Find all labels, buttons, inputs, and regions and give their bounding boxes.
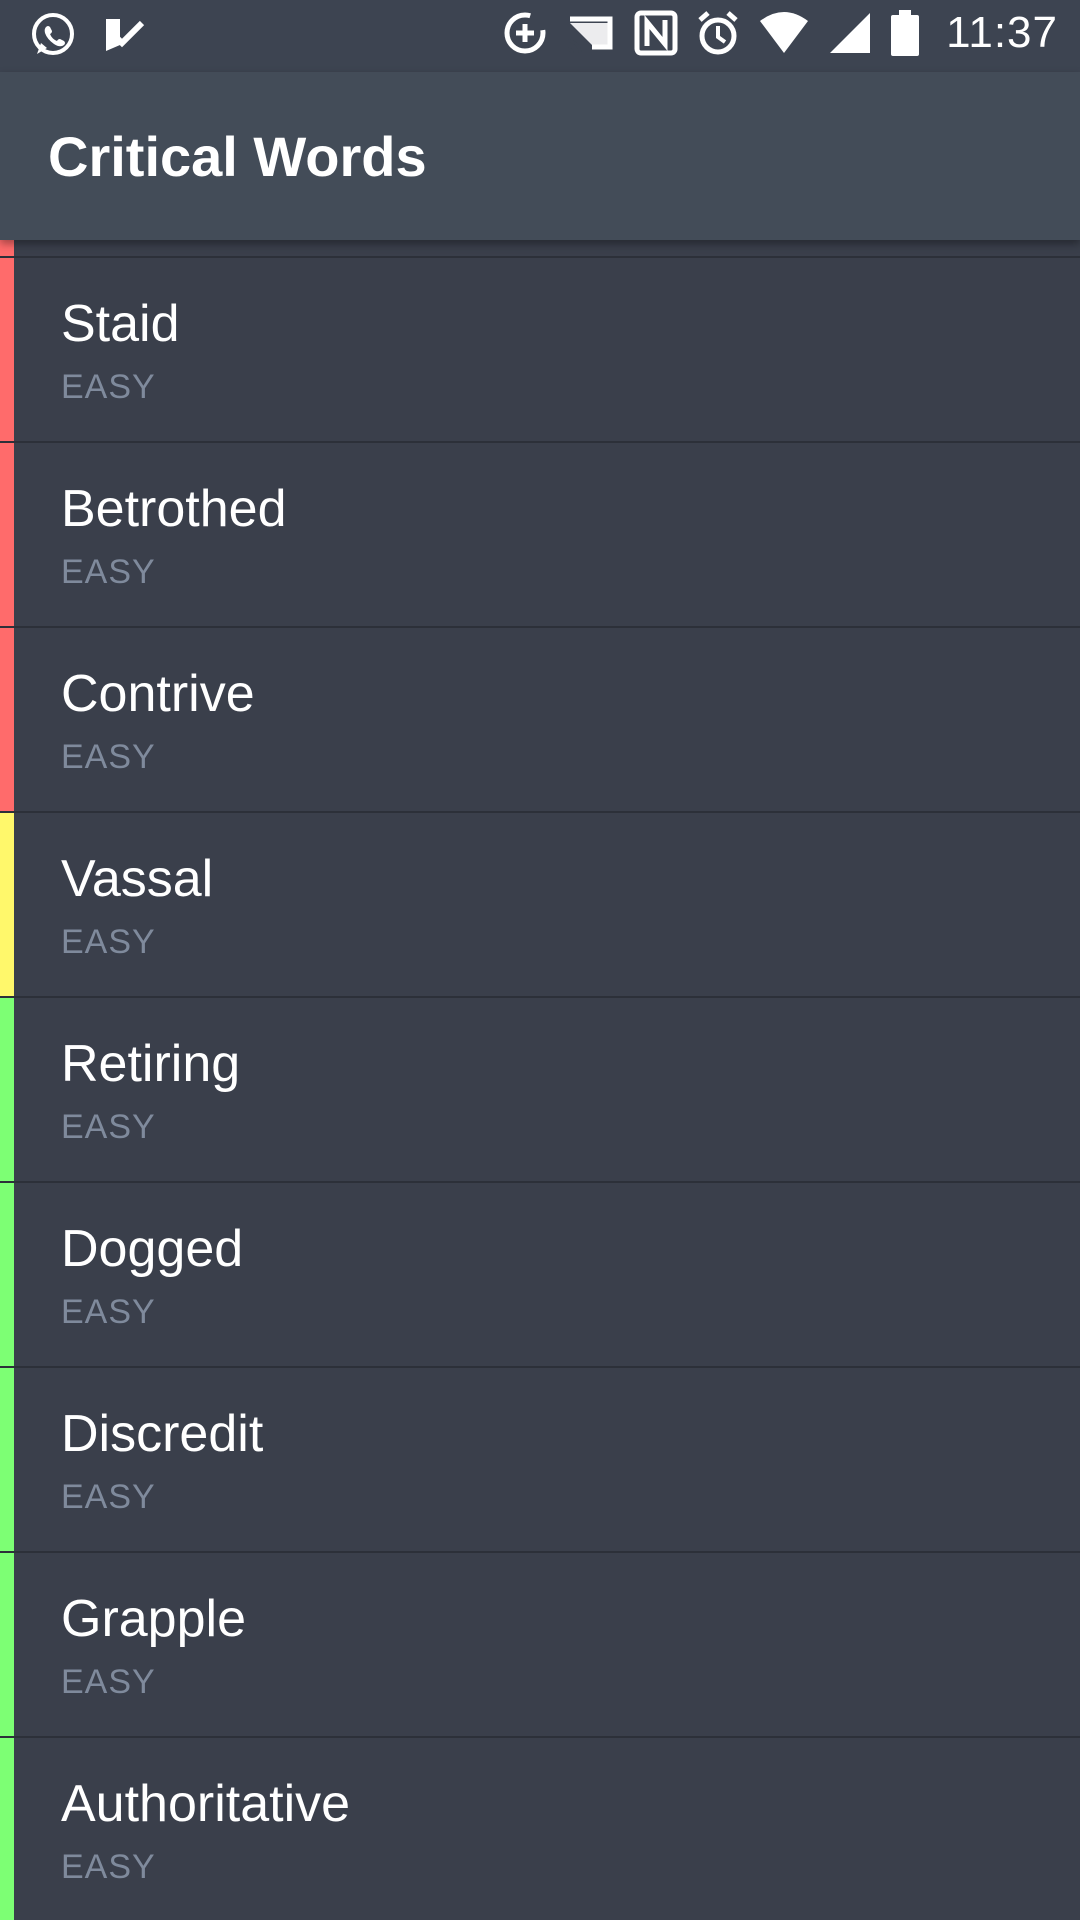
list-item[interactable]: Vassal EASY <box>0 813 1080 998</box>
difficulty-label: EASY <box>61 368 156 406</box>
word-label: Discredit <box>61 1405 264 1463</box>
list-item-partial[interactable] <box>0 240 1080 258</box>
list-item[interactable]: Dogged EASY <box>0 1183 1080 1368</box>
status-indicator <box>0 813 14 996</box>
app-bar: Critical Words <box>0 72 1080 240</box>
status-indicator <box>0 443 14 626</box>
list-item[interactable]: Betrothed EASY <box>0 443 1080 628</box>
status-indicator-partial <box>0 240 14 256</box>
list-item[interactable]: Grapple EASY <box>0 1553 1080 1738</box>
data-saver-icon <box>502 10 548 56</box>
word-label: Grapple <box>61 1590 246 1648</box>
difficulty-label: EASY <box>61 1848 156 1886</box>
difficulty-label: EASY <box>61 553 156 591</box>
word-label: Vassal <box>61 850 214 908</box>
word-list-rows: Staid EASY Betrothed EASY Contrive EASY … <box>0 258 1080 1920</box>
status-bar-right: 11:37 <box>502 8 1058 58</box>
difficulty-label: EASY <box>61 1663 156 1701</box>
word-label: Authoritative <box>61 1775 351 1833</box>
word-label: Betrothed <box>61 480 287 538</box>
page-title: Critical Words <box>48 125 427 188</box>
cast-icon <box>566 11 616 55</box>
status-bar: 11:37 <box>0 0 1080 72</box>
wifi-icon <box>758 11 810 55</box>
word-label: Contrive <box>61 665 255 723</box>
word-label: Retiring <box>61 1035 241 1093</box>
word-label: Dogged <box>61 1220 244 1278</box>
difficulty-label: EASY <box>61 923 156 961</box>
alarm-icon <box>696 10 740 56</box>
list-item[interactable]: Contrive EASY <box>0 628 1080 813</box>
status-indicator <box>0 628 14 811</box>
difficulty-label: EASY <box>61 738 156 776</box>
difficulty-label: EASY <box>61 1108 156 1146</box>
status-bar-clock: 11:37 <box>946 8 1058 57</box>
status-indicator <box>0 1183 14 1366</box>
nfc-icon <box>634 10 678 56</box>
list-item[interactable]: Authoritative EASY <box>0 1738 1080 1920</box>
list-item[interactable]: Staid EASY <box>0 258 1080 443</box>
battery-icon <box>890 9 920 57</box>
status-indicator <box>0 258 14 441</box>
checkmark-app-icon <box>102 13 146 57</box>
status-bar-left <box>28 10 146 60</box>
status-indicator <box>0 1368 14 1551</box>
difficulty-label: EASY <box>61 1293 156 1331</box>
list-item[interactable]: Discredit EASY <box>0 1368 1080 1553</box>
word-label: Staid <box>61 295 180 353</box>
whatsapp-icon <box>28 10 78 60</box>
list-item[interactable]: Retiring EASY <box>0 998 1080 1183</box>
status-indicator <box>0 1553 14 1736</box>
difficulty-label: EASY <box>61 1478 156 1516</box>
cellular-signal-icon <box>828 11 872 55</box>
word-list: Staid EASY Betrothed EASY Contrive EASY … <box>0 240 1080 1920</box>
status-indicator <box>0 998 14 1181</box>
status-indicator <box>0 1738 14 1920</box>
